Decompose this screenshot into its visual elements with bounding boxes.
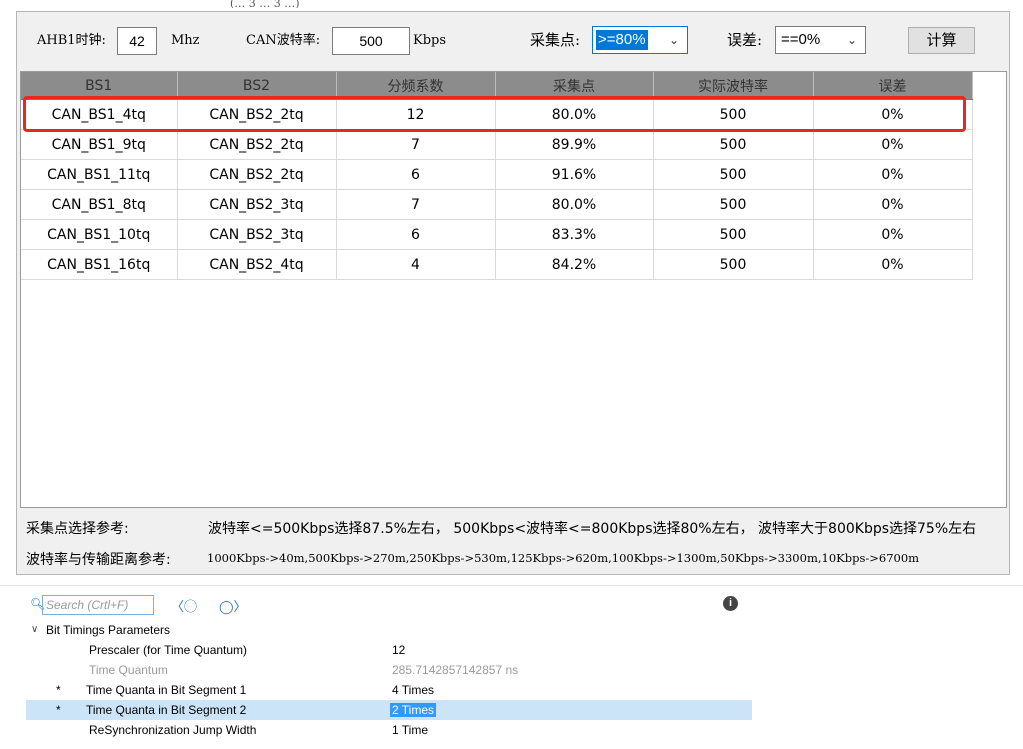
chevron-down-icon: ∨ xyxy=(31,624,39,635)
cell-bs2: CAN_BS2_3tq xyxy=(177,219,337,250)
param-value: 12 xyxy=(392,643,406,657)
can-baud-unit: Kbps xyxy=(413,33,447,48)
previous-icon[interactable]: 〈◯ xyxy=(171,596,197,615)
sample-point-label: 采集点: xyxy=(530,31,581,49)
param-value: 4 Times xyxy=(392,683,435,697)
cell-error: 0% xyxy=(813,129,973,160)
param-name: ReSynchronization Jump Width xyxy=(89,723,257,737)
param-star: * xyxy=(56,703,61,717)
error-select[interactable]: ==0% ⌄ xyxy=(775,26,866,54)
param-name: Prescaler (for Time Quantum) xyxy=(89,643,248,657)
section-bit-timings[interactable]: ∨ Bit Timings Parameters xyxy=(26,620,752,640)
distance-reference-label: 波特率与传输距离参考: xyxy=(26,552,171,568)
chevron-down-icon: ⌄ xyxy=(846,33,857,47)
cell-bs1: CAN_BS1_10tq xyxy=(21,219,178,250)
info-icon[interactable]: i xyxy=(723,596,738,611)
search-input[interactable]: Search (Crtl+F) xyxy=(42,595,154,615)
cell-actual-baud: 500 xyxy=(653,219,814,250)
distance-reference-text: 1000Kbps->40m,500Kbps->270m,250Kbps->530… xyxy=(207,551,920,565)
param-name: Time Quanta in Bit Segment 2 xyxy=(86,703,247,717)
sample-reference-label: 采集点选择参考: xyxy=(26,521,129,537)
can-baud-input[interactable]: 500 xyxy=(332,27,410,55)
param-row[interactable]: * Time Quanta in Bit Segment 1 4 Times xyxy=(26,680,752,700)
section-title: Bit Timings Parameters xyxy=(46,623,171,637)
param-row: Time Quantum 285.7142857142857 ns xyxy=(26,660,752,680)
table-row[interactable]: CAN_BS1_11tq CAN_BS2_2tq 6 91.6% 500 0% xyxy=(21,159,973,190)
sample-point-value: >=80% xyxy=(596,30,648,50)
cell-error: 0% xyxy=(813,189,973,220)
cell-sample-point: 83.3% xyxy=(495,219,654,250)
cell-error: 0% xyxy=(813,159,973,190)
cell-bs1: CAN_BS1_11tq xyxy=(21,159,178,190)
param-row[interactable]: Prescaler (for Time Quantum) 12 xyxy=(26,640,752,660)
clipped-top-text: (… 3 … 3 …) xyxy=(230,0,300,8)
ide-parameter-panel: 🔍︎ Search (Crtl+F) 〈◯ ◯〉 i ∨ Bit Timings… xyxy=(26,588,757,749)
cell-bs2: CAN_BS2_4tq xyxy=(177,249,337,280)
cell-sample-point: 80.0% xyxy=(495,189,654,220)
cell-bs1: CAN_BS1_9tq xyxy=(21,129,178,160)
cell-error: 0% xyxy=(813,249,973,280)
divider xyxy=(0,585,1023,586)
can-baud-label: CAN波特率: xyxy=(246,33,321,48)
cell-prescaler: 4 xyxy=(336,249,496,280)
ahb-clock-input[interactable]: 42 xyxy=(117,27,157,55)
cell-bs1: CAN_BS1_16tq xyxy=(21,249,178,280)
ahb-unit-label: Mhz xyxy=(171,33,200,48)
cell-actual-baud: 500 xyxy=(653,189,814,220)
cell-actual-baud: 500 xyxy=(653,129,814,160)
cell-bs2: CAN_BS2_3tq xyxy=(177,189,337,220)
error-value: ==0% xyxy=(781,31,821,48)
highlight-annotation-box xyxy=(23,96,966,132)
results-grid: BS1 BS2 分频系数 采集点 实际波特率 误差 CAN_BS1_4tq CA… xyxy=(20,71,1007,508)
cell-sample-point: 89.9% xyxy=(495,129,654,160)
param-value: 1 Time xyxy=(392,723,429,737)
cell-error: 0% xyxy=(813,219,973,250)
param-name: Time Quanta in Bit Segment 1 xyxy=(86,683,247,697)
param-row[interactable]: ReSynchronization Jump Width 1 Time xyxy=(26,720,752,740)
cell-actual-baud: 500 xyxy=(653,159,814,190)
chevron-down-icon: ⌄ xyxy=(668,33,679,47)
cell-bs1: CAN_BS1_8tq xyxy=(21,189,178,220)
param-row-selected[interactable]: * Time Quanta in Bit Segment 2 2 Times xyxy=(26,700,752,720)
cell-actual-baud: 500 xyxy=(653,249,814,280)
param-star: * xyxy=(56,683,61,697)
table-row[interactable]: CAN_BS1_10tq CAN_BS2_3tq 6 83.3% 500 0% xyxy=(21,219,973,250)
param-value: 285.7142857142857 ns xyxy=(392,663,519,677)
sample-point-select[interactable]: >=80% ⌄ xyxy=(592,26,688,54)
calculate-button[interactable]: 计算 xyxy=(908,27,975,54)
cell-prescaler: 7 xyxy=(336,129,496,160)
sample-reference-text: 波特率<=500Kbps选择87.5%左右， 500Kbps<波特率<=800K… xyxy=(208,521,977,537)
table-row[interactable]: CAN_BS1_8tq CAN_BS2_3tq 7 80.0% 500 0% xyxy=(21,189,973,220)
cell-sample-point: 84.2% xyxy=(495,249,654,280)
cell-prescaler: 6 xyxy=(336,219,496,250)
cell-prescaler: 7 xyxy=(336,189,496,220)
next-icon[interactable]: ◯〉 xyxy=(219,596,247,615)
cell-bs2: CAN_BS2_2tq xyxy=(177,159,337,190)
cell-bs2: CAN_BS2_2tq xyxy=(177,129,337,160)
cell-sample-point: 91.6% xyxy=(495,159,654,190)
param-value-editing[interactable]: 2 Times xyxy=(390,703,437,717)
error-label: 误差: xyxy=(727,31,763,49)
ahb-clock-label: AHB1时钟: xyxy=(37,33,106,48)
param-name: Time Quantum xyxy=(89,663,168,677)
table-row[interactable]: CAN_BS1_16tq CAN_BS2_4tq 4 84.2% 500 0% xyxy=(21,249,973,280)
table-row[interactable]: CAN_BS1_9tq CAN_BS2_2tq 7 89.9% 500 0% xyxy=(21,129,973,160)
cell-prescaler: 6 xyxy=(336,159,496,190)
